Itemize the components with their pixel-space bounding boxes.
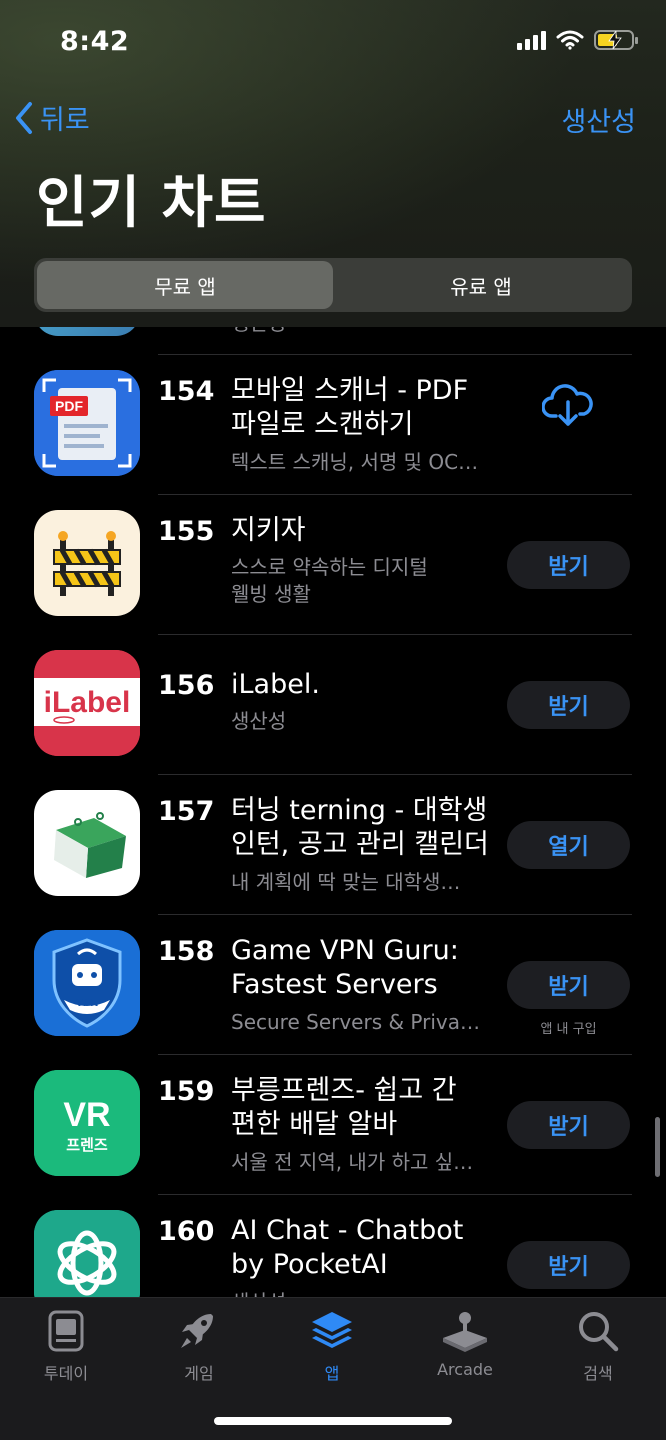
tab-search[interactable]: 검색 <box>548 1310 648 1384</box>
header: 8:42 뒤로 생산성 인기 차트 무료 앱 유료 앱 <box>0 0 666 327</box>
battery-icon <box>594 30 638 50</box>
divider <box>158 1054 632 1055</box>
joystick-icon <box>443 1312 487 1352</box>
tab-today[interactable]: 투데이 <box>16 1310 116 1384</box>
divider <box>158 914 632 915</box>
back-button[interactable]: 뒤로 <box>14 98 90 137</box>
scroll-indicator[interactable] <box>655 1117 660 1177</box>
app-title[interactable]: 부릉프렌즈- 쉽고 간편한 배달 알바 <box>231 1074 471 1142</box>
status-icons <box>517 30 638 50</box>
app-rank: 156 <box>158 670 215 701</box>
get-button[interactable]: 받기 <box>507 1101 630 1149</box>
get-button[interactable]: 받기 <box>507 681 630 729</box>
app-rank: 154 <box>158 376 215 407</box>
segment-free-apps[interactable]: 무료 앱 <box>37 261 333 309</box>
tab-label: 투데이 <box>43 1364 89 1383</box>
home-indicator[interactable] <box>214 1417 452 1425</box>
tab-arcade[interactable]: Arcade <box>415 1310 515 1379</box>
divider <box>158 1194 632 1195</box>
segment-paid-apps[interactable]: 유료 앱 <box>333 261 629 309</box>
app-subtitle: Secure Servers & Priva… <box>231 1010 481 1034</box>
app-rank: 158 <box>158 936 215 967</box>
vroong-friends-logo-icon: VR 프렌즈 <box>34 1070 140 1176</box>
app-subtitle: 서울 전 지역, 내가 하고 싶… <box>231 1150 474 1174</box>
app-rank: 155 <box>158 516 215 547</box>
divider <box>158 634 632 635</box>
list-item[interactable]: 155 지키자 스스로 약속하는 디지털 웰빙 생활 받기 <box>0 494 666 634</box>
page-title: 인기 차트 <box>36 171 267 236</box>
svg-text:프렌즈: 프렌즈 <box>66 1136 108 1154</box>
cloud-download-icon[interactable] <box>541 382 594 434</box>
app-icon[interactable]: VR 프렌즈 <box>34 1070 140 1176</box>
app-subtitle: 텍스트 스캐닝, 서명 및 OC… <box>231 450 479 474</box>
divider <box>158 494 632 495</box>
app-icon[interactable] <box>34 790 140 896</box>
tab-games[interactable]: 게임 <box>149 1310 249 1384</box>
calendar-3d-icon <box>54 812 126 878</box>
svg-text:VR: VR <box>63 1096 110 1134</box>
barricade-icon <box>53 531 121 596</box>
app-subtitle: 스스로 약속하는 디지털 웰빙 생활 <box>231 555 428 606</box>
cellular-signal-icon <box>517 30 546 50</box>
app-icon[interactable]: iLabel <box>34 650 140 756</box>
status-time: 8:42 <box>60 26 130 57</box>
divider <box>158 354 632 355</box>
app-icon[interactable] <box>34 510 140 616</box>
app-title[interactable]: iLabel. <box>231 668 496 702</box>
segmented-control: 무료 앱 유료 앱 <box>34 258 632 312</box>
list-item[interactable]: VR 프렌즈 159 부릉프렌즈- 쉽고 간편한 배달 알바 서울 전 지역, … <box>0 1054 666 1194</box>
category-link[interactable]: 생산성 <box>561 100 636 139</box>
app-title[interactable]: Game VPN Guru: Fastest Servers <box>231 934 491 1002</box>
tab-label: 앱 <box>324 1364 340 1383</box>
vpn-shield-icon: VPN <box>34 930 140 1036</box>
tab-label: 게임 <box>184 1364 214 1383</box>
get-button[interactable]: 받기 <box>507 961 630 1009</box>
scanner-icon: PDF <box>34 370 140 476</box>
app-title[interactable]: 모바일 스캐너 - PDF 파일로 스캔하기 <box>231 374 496 442</box>
open-button[interactable]: 열기 <box>507 821 630 869</box>
app-rank: 159 <box>158 1076 215 1107</box>
app-rank: 160 <box>158 1216 215 1247</box>
list-item[interactable]: 157 터닝 terning - 대학생 인턴, 공고 관리 캘린더 내 계획에… <box>0 774 666 914</box>
list-item[interactable]: iLabel 156 iLabel. 생산성 받기 <box>0 634 666 774</box>
app-rank: 157 <box>158 796 215 827</box>
chevron-left-icon <box>16 101 32 134</box>
app-title[interactable]: 지키자 <box>231 514 496 548</box>
svg-text:VPN: VPN <box>76 997 99 1009</box>
divider <box>158 774 632 775</box>
get-button[interactable]: 받기 <box>507 1241 630 1289</box>
tab-label: 검색 <box>583 1364 613 1383</box>
list-item[interactable]: PDF 154 모바일 스캐너 - PDF 파일로 스캔하기 텍스트 스캐닝, … <box>0 354 666 494</box>
svg-text:PDF: PDF <box>55 398 83 414</box>
today-icon <box>48 1310 84 1352</box>
svg-text:iLabel: iLabel <box>44 686 131 719</box>
get-button[interactable]: 받기 <box>507 541 630 589</box>
apps-stack-icon <box>312 1312 352 1348</box>
app-title[interactable]: 터닝 terning - 대학생 인턴, 공고 관리 캘린더 <box>231 794 501 862</box>
wifi-icon <box>556 30 584 50</box>
app-subtitle: 내 계획에 딱 맞는 대학생… <box>231 870 461 894</box>
tab-apps[interactable]: 앱 <box>282 1310 382 1384</box>
tab-label: Arcade <box>437 1360 493 1379</box>
back-label: 뒤로 <box>40 105 90 136</box>
app-icon[interactable]: PDF <box>34 370 140 476</box>
ilabel-logo-icon: iLabel <box>34 650 140 756</box>
in-app-purchase-note: 앱 내 구입 <box>540 1022 597 1037</box>
rocket-icon <box>181 1314 213 1348</box>
list-item[interactable]: VPN 158 Game VPN Guru: Fastest Servers S… <box>0 914 666 1054</box>
app-title[interactable]: AI Chat - Chatbot by PocketAI <box>231 1214 491 1282</box>
search-icon <box>579 1312 619 1352</box>
app-subtitle: 생산성 <box>231 709 287 733</box>
app-icon[interactable]: VPN <box>34 930 140 1036</box>
